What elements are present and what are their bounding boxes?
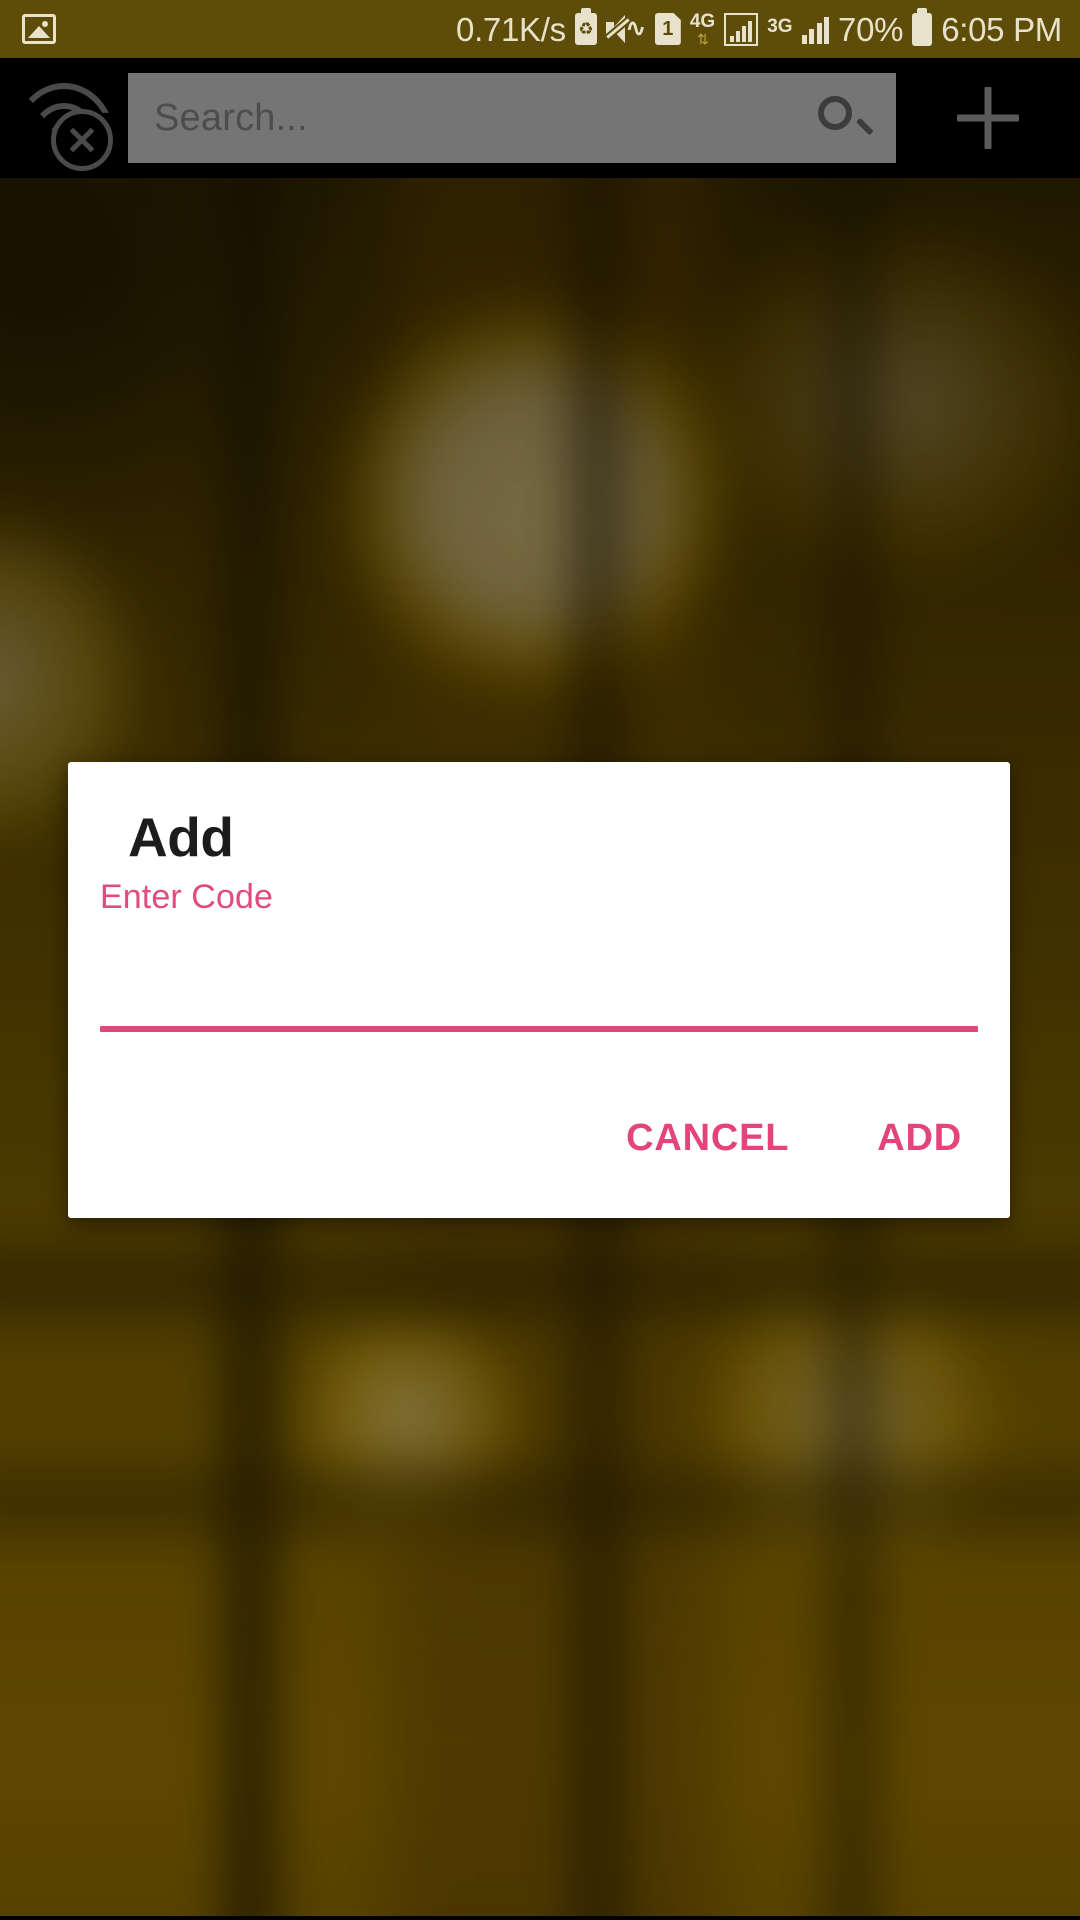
network-type-secondary-label: 3G: [767, 16, 793, 37]
sim-slot-label: 1: [662, 18, 674, 40]
search-icon[interactable]: [818, 96, 874, 140]
search-placeholder-label: Search...: [154, 97, 308, 139]
enter-code-label: Enter Code: [100, 878, 273, 916]
signal-bars-icon: [801, 14, 830, 44]
input-underline: [100, 1026, 978, 1032]
magnifier-glyph: [818, 96, 874, 140]
network-speed-label: 0.71K/s: [456, 10, 566, 48]
gallery-icon: [22, 14, 56, 44]
4g-data-icon: 4G ⇅: [689, 11, 716, 47]
dialog-action-bar: CANCEL ADD: [68, 1092, 1010, 1184]
signal-bars-boxed-icon: [724, 12, 759, 46]
sim-card-icon: 1: [654, 13, 681, 45]
plus-glyph: [957, 87, 1019, 149]
network-type-primary-label: 4G: [689, 11, 716, 32]
clock-label: 6:05 PM: [941, 10, 1062, 48]
bottom-edge-strip: [0, 1916, 1080, 1920]
code-input[interactable]: [100, 930, 978, 1028]
cancel-button[interactable]: CANCEL: [612, 1109, 803, 1167]
add-dialog: Add Enter Code CANCEL ADD: [68, 762, 1010, 1218]
phone-screen: 0.71K/s ∿ 1 4G ⇅ 3G 70%: [0, 0, 1080, 1920]
status-bar-left-icons: [22, 14, 56, 44]
status-bar: 0.71K/s ∿ 1 4G ⇅ 3G 70%: [0, 0, 1080, 58]
plus-icon[interactable]: [896, 58, 1080, 178]
add-button[interactable]: ADD: [863, 1109, 976, 1167]
status-bar-right-cluster: 0.71K/s ∿ 1 4G ⇅ 3G 70%: [456, 7, 1062, 48]
wifi-off-glyph: [13, 81, 115, 171]
app-toolbar: Search...: [0, 58, 1080, 178]
battery-percent-label: 70%: [838, 10, 904, 48]
battery-icon: [912, 7, 933, 46]
mute-vibrate-icon: ∿: [605, 13, 646, 45]
search-input[interactable]: Search...: [128, 73, 896, 163]
dialog-title: Add: [128, 806, 234, 868]
wifi-off-icon[interactable]: [0, 58, 128, 178]
battery-saver-icon: [574, 8, 597, 45]
